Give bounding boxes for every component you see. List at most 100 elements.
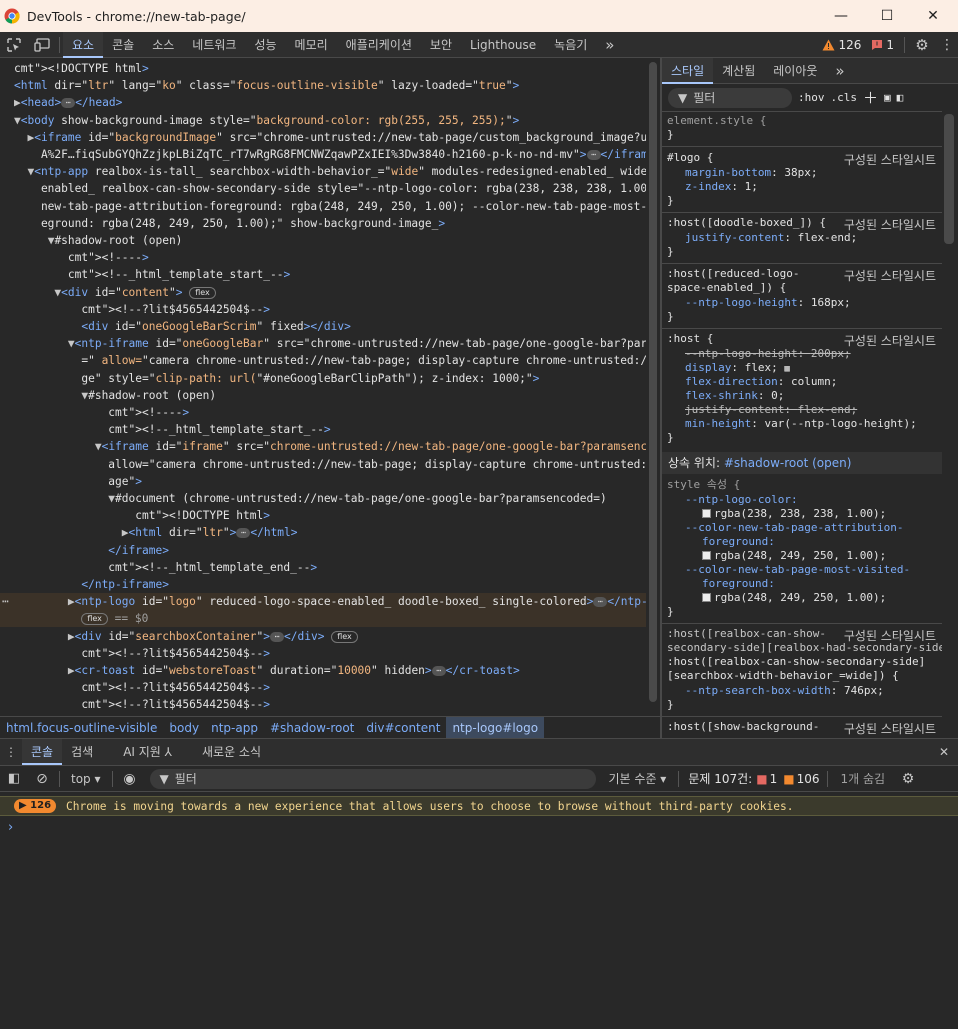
console-filter-input[interactable]: ▼ 필터 xyxy=(149,768,596,789)
more-tabs-button[interactable]: » xyxy=(596,32,623,58)
dom-node[interactable]: cmt"><!--?lit$4565442504$--> xyxy=(0,301,646,318)
dom-node[interactable]: cmt"><!--_html_template_end_--> xyxy=(0,559,646,576)
css-variable[interactable]: --color-new-tab-page-most-visited- xyxy=(662,563,942,577)
style-attribute-selector[interactable]: style 속성 { xyxy=(662,478,942,492)
close-drawer-button[interactable]: ✕ xyxy=(930,739,958,765)
color-swatch[interactable] xyxy=(702,509,711,518)
new-style-rule-button[interactable]: ＋ xyxy=(863,87,878,108)
dom-node[interactable]: eground: rgba(248, 249, 250, 1.00);" sho… xyxy=(0,215,646,232)
tab-application[interactable]: 애플리케이션 xyxy=(337,32,421,58)
tab-recorder[interactable]: 녹음기 xyxy=(545,32,596,58)
css-variable-value[interactable]: rgba(248, 249, 250, 1.00); xyxy=(662,549,942,563)
console-prompt[interactable]: › xyxy=(8,820,13,835)
drawer-tab-console[interactable]: 콘솔 xyxy=(22,739,63,765)
dom-node[interactable]: new-tab-page-attribution-foreground: rgb… xyxy=(0,198,646,215)
warnings-counter[interactable]: 126 xyxy=(822,38,861,52)
css-property-overridden[interactable]: justify-content: flex-end; xyxy=(662,403,942,417)
element-style-selector[interactable]: element.style { xyxy=(662,114,942,128)
css-property[interactable]: --ntp-search-box-width: 746px; xyxy=(662,684,942,698)
paint-icon[interactable]: ▣ xyxy=(884,91,891,104)
breadcrumb-item[interactable]: #shadow-root xyxy=(264,717,360,739)
sidebar-toggle-icon[interactable]: ◧ xyxy=(897,91,904,104)
tab-elements[interactable]: 요소 xyxy=(63,31,104,58)
color-swatch[interactable] xyxy=(702,551,711,560)
minimize-button[interactable]: — xyxy=(818,0,864,32)
breadcrumb-item[interactable]: body xyxy=(163,717,205,739)
more-style-tabs-button[interactable]: » xyxy=(826,58,853,84)
log-levels-dropdown[interactable]: 기본 수준 ▾ xyxy=(600,766,676,792)
customize-menu-button[interactable]: ⋮ xyxy=(936,32,958,58)
rule-selector-cont[interactable]: space-enabled_]) { xyxy=(662,281,942,295)
css-property[interactable]: min-height: var(--ntp-logo-height); xyxy=(662,417,942,431)
dom-node[interactable]: enabled_ realbox-can-show-secondary-side… xyxy=(0,180,646,197)
css-property-overridden[interactable]: --ntp-logo-height: 200px; xyxy=(662,347,942,361)
console-sidebar-toggle[interactable]: ◧ xyxy=(0,766,28,792)
dom-node[interactable]: ▼<ntp-app realbox-is-tall_ searchbox-wid… xyxy=(0,163,646,180)
css-variable[interactable]: foreground: xyxy=(662,535,942,549)
breadcrumb-item[interactable]: div#content xyxy=(360,717,446,739)
css-variable[interactable]: foreground: xyxy=(662,577,942,591)
node-actions-icon[interactable]: ⋯ xyxy=(2,593,9,610)
rule-selector-cont[interactable]: secondary-side][realbox-had-secondary-si… xyxy=(662,641,942,655)
rule-selector-cont[interactable]: :host([realbox-can-show-secondary-side] xyxy=(662,655,942,669)
dom-node[interactable]: </ntp-iframe> xyxy=(0,576,646,593)
dom-node[interactable]: ▼<ntp-iframe id="oneGoogleBar" src="chro… xyxy=(0,335,646,352)
dom-node[interactable]: </iframe> xyxy=(0,542,646,559)
dom-node[interactable]: ▼#shadow-root (open) xyxy=(0,232,646,249)
drawer-menu-button[interactable]: ⋮ xyxy=(0,739,22,765)
dom-node[interactable]: flex == $0 xyxy=(0,610,646,628)
breadcrumb-item[interactable]: ntp-app xyxy=(205,717,264,739)
css-property[interactable]: margin-bottom: 38px; xyxy=(662,166,942,180)
context-selector[interactable]: top ▾ xyxy=(63,766,109,792)
tab-console[interactable]: 콘솔 xyxy=(103,32,143,58)
css-property[interactable]: display: flex; ▦ xyxy=(662,361,942,375)
dom-node[interactable]: ▶<div id="searchboxContainer"> ⋯ </div> fl… xyxy=(0,628,646,645)
color-swatch[interactable] xyxy=(702,593,711,602)
hover-state-toggle[interactable]: :hov xyxy=(798,91,825,104)
close-window-button[interactable]: ✕ xyxy=(910,0,956,32)
css-property[interactable]: z-index: 1; xyxy=(662,180,942,194)
dom-node[interactable]: ▼#document (chrome-untrusted://new-tab-p… xyxy=(0,490,646,507)
dom-node[interactable]: <div id="oneGoogleBarScrim" fixed></div> xyxy=(0,318,646,335)
breadcrumb-item-selected[interactable]: ntp-logo#logo xyxy=(446,716,545,739)
css-property[interactable]: --ntp-logo-height: 168px; xyxy=(662,296,942,310)
dom-node[interactable]: =" allow="camera chrome-untrusted://new-… xyxy=(0,352,646,369)
dom-node[interactable]: ▼<div id="content"> flex xyxy=(0,284,646,301)
dom-node[interactable]: cmt"><!--?lit$4565442504$--> xyxy=(0,696,646,713)
flex-editor-icon[interactable]: ▦ xyxy=(784,364,789,374)
dom-node[interactable]: ▶<head> ⋯ </head> xyxy=(0,94,646,111)
dom-node-selected[interactable]: ▶<ntp-logo id="logo" reduced-logo-space-… xyxy=(0,593,646,611)
dom-node[interactable]: ▼<body show-background-image style="back… xyxy=(0,112,646,129)
drawer-tab-whats-new[interactable]: 새로운 소식 xyxy=(193,739,270,765)
dom-node[interactable]: A%2F…fiqSubGYQhZzjkpLBiZqTC_rT7wRgRG8FMC… xyxy=(0,146,646,163)
dom-node[interactable]: ge" style="clip-path: url("#oneGoogleBar… xyxy=(0,370,646,387)
css-property[interactable]: justify-content: flex-end; xyxy=(662,231,942,245)
css-variable[interactable]: --ntp-logo-color: xyxy=(662,493,942,507)
css-property[interactable]: flex-shrink: 0; xyxy=(662,389,942,403)
errors-counter[interactable]: 1 xyxy=(871,38,894,52)
dom-node[interactable]: cmt"><!DOCTYPE html> xyxy=(0,60,646,77)
tab-memory[interactable]: 메모리 xyxy=(286,32,337,58)
console-warning-message[interactable]: ▶ 126 Chrome is moving towards a new exp… xyxy=(0,796,958,816)
dom-node[interactable]: cmt"><!----> xyxy=(0,404,646,421)
css-variable-value[interactable]: rgba(248, 249, 250, 1.00); xyxy=(662,591,942,605)
dom-node[interactable]: ▼#shadow-root (open) xyxy=(0,387,646,404)
drawer-tab-ai-assistance[interactable]: AI 지원 ⅄ xyxy=(114,739,181,765)
dom-node[interactable]: cmt"><!--_html_template_start_--> xyxy=(0,421,646,438)
dom-node[interactable]: cmt"><!--_html_template_start_--> xyxy=(0,266,646,283)
tab-security[interactable]: 보안 xyxy=(421,32,461,58)
drawer-tab-search[interactable]: 검색 xyxy=(62,739,102,765)
tab-network[interactable]: 네트워크 xyxy=(183,32,245,58)
styles-scrollbar[interactable] xyxy=(942,84,958,738)
clear-console-button[interactable]: ⊘ xyxy=(28,766,56,792)
tab-layout[interactable]: 레이아웃 xyxy=(764,58,826,84)
console-settings-button[interactable]: ⚙ xyxy=(894,766,922,792)
dom-node[interactable]: ▶<html dir="ltr"> ⋯ </html> xyxy=(0,524,646,541)
tab-sources[interactable]: 소스 xyxy=(143,32,183,58)
dom-node[interactable]: ▼<iframe id="iframe" src="chrome-untrust… xyxy=(0,438,646,455)
class-toggle[interactable]: .cls xyxy=(831,91,858,104)
issues-counter[interactable]: 문제 107건: ■ 1 ■ 106 xyxy=(688,770,819,787)
inherited-from-link[interactable]: #shadow-root (open) xyxy=(724,456,852,470)
live-expression-button[interactable]: ◉ xyxy=(116,766,144,792)
styles-filter-input[interactable]: ▼ 필터 xyxy=(668,87,792,108)
